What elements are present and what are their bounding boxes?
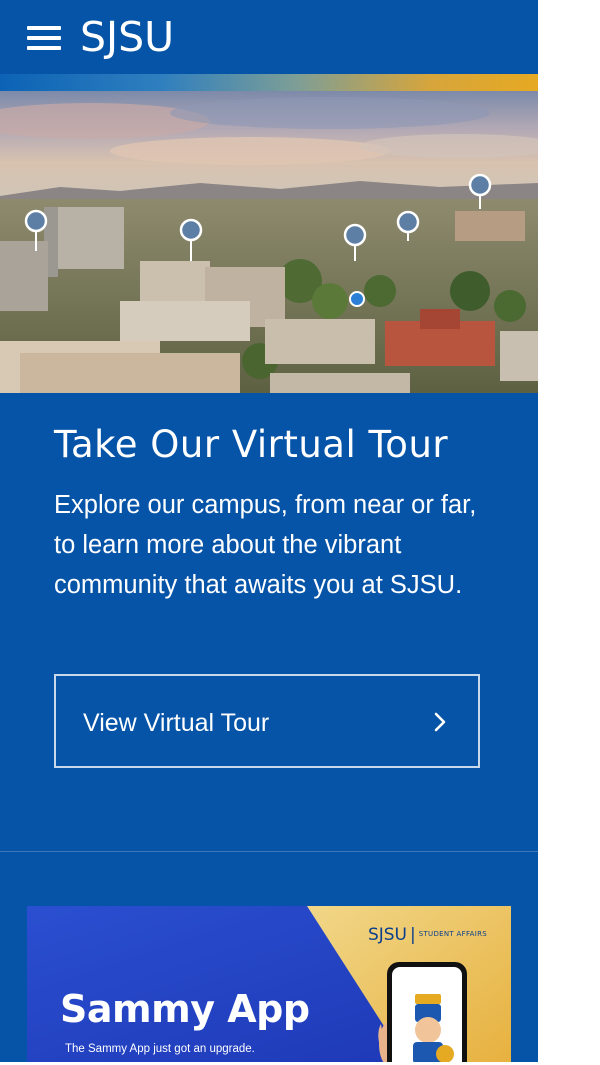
promo-brand-sub: STUDENT AFFAIRS — [418, 930, 487, 938]
promo-brand: SJSU | STUDENT AFFAIRS — [367, 925, 487, 945]
header-accent-strip — [0, 74, 538, 91]
view-virtual-tour-label: View Virtual Tour — [83, 709, 270, 737]
promo-title: Sammy App — [60, 987, 310, 1031]
chevron-right-icon — [434, 712, 446, 732]
phone-mascot-icon — [378, 962, 467, 1062]
promo-brand-logo: SJSU — [367, 925, 407, 945]
app-container: SJSU Take Our Virtual Tour Explore our c… — [0, 0, 538, 1062]
sammy-app-promo-banner[interactable]: SJSU | STUDENT AFFAIRS Sammy App The Sammy… — [27, 906, 511, 1062]
section-divider — [0, 851, 538, 852]
site-header: SJSU — [0, 0, 538, 74]
view-virtual-tour-button[interactable]: View Virtual Tour — [54, 674, 480, 768]
tour-title: Take Our Virtual Tour — [54, 423, 449, 466]
site-logo[interactable]: SJSU — [80, 12, 174, 62]
hamburger-menu-icon[interactable] — [27, 26, 61, 50]
hero-campus-image — [0, 91, 538, 393]
tour-description: Explore our campus, from near or far, to… — [54, 491, 477, 599]
promo-subtitle: The Sammy App just got an upgrade. — [65, 1043, 255, 1055]
